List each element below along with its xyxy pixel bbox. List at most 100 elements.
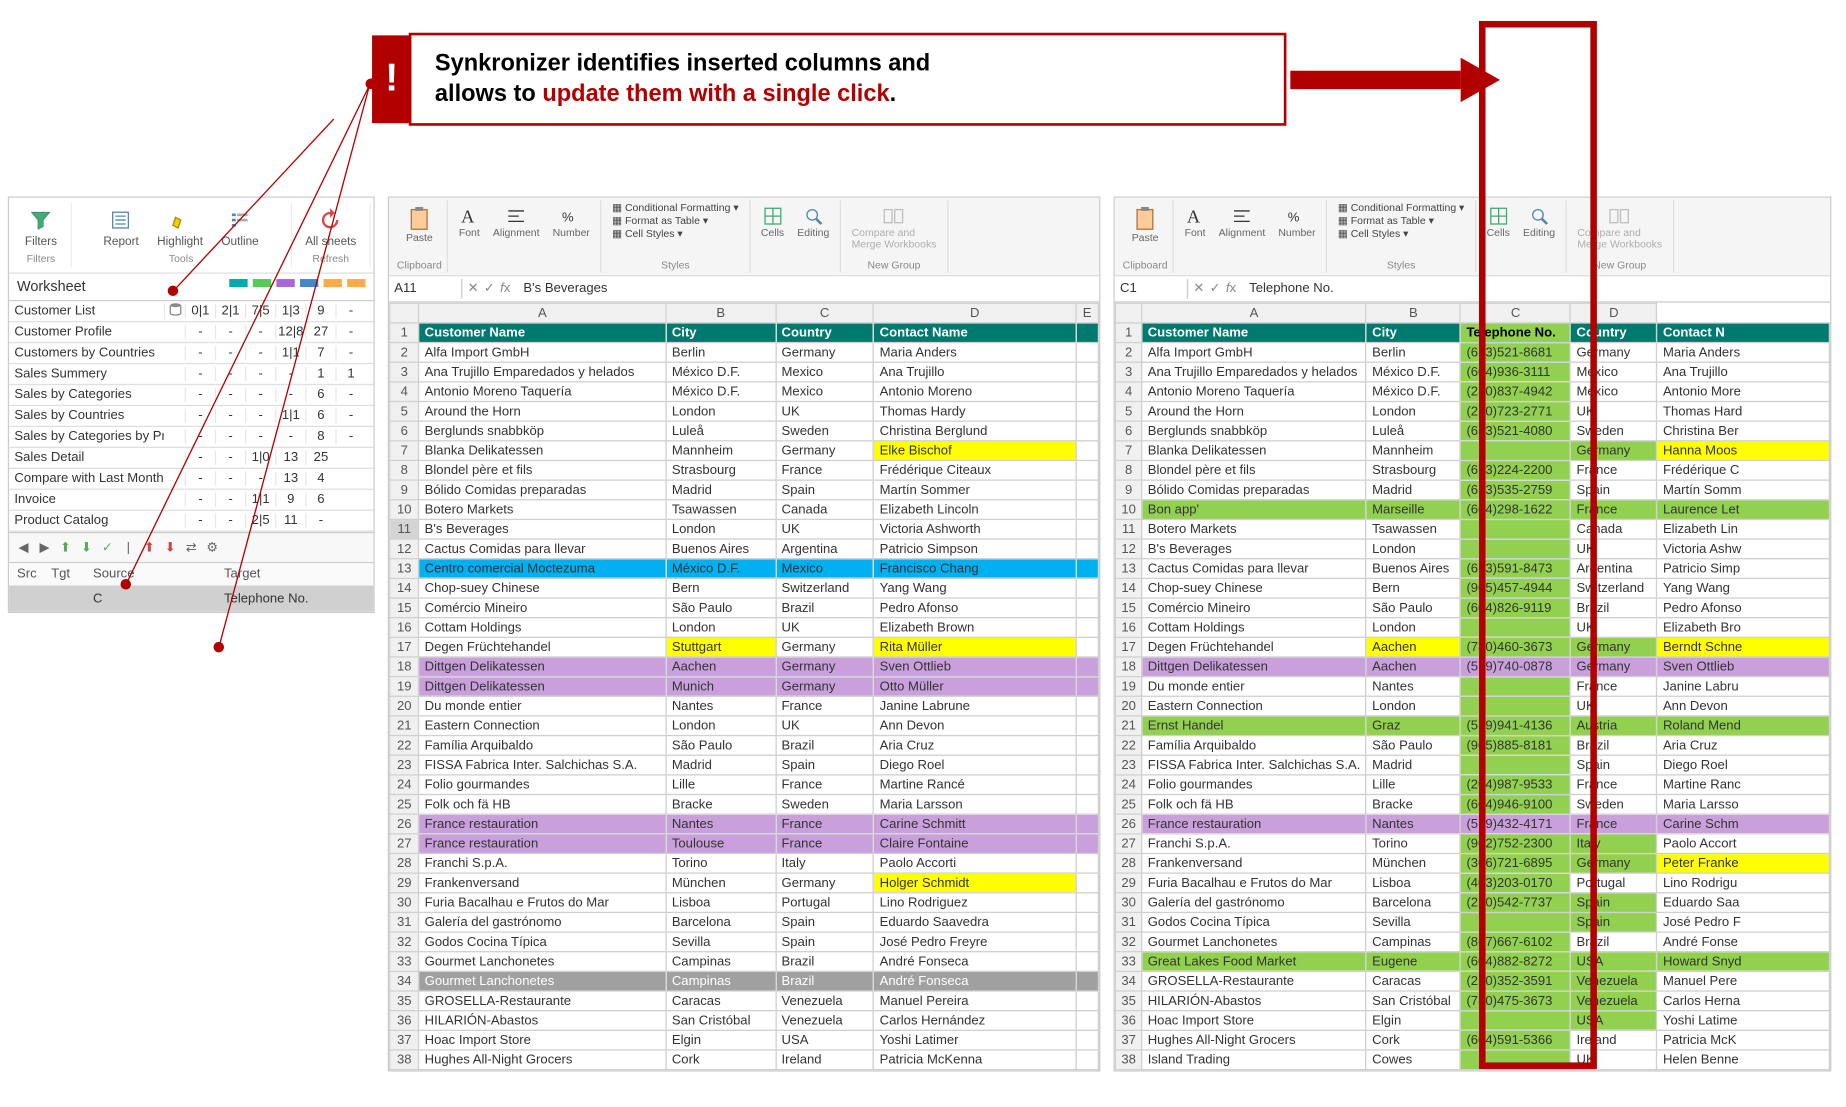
filter-purple-icon[interactable] [276,279,294,295]
cell-styles-button[interactable]: ▦ Cell Styles ▾ [612,228,738,240]
nav-next-diff-icon[interactable]: ⬇ [77,538,95,556]
paste-button[interactable]: Paste [1126,203,1163,246]
callout-dot-4 [214,642,224,652]
namebox-left[interactable]: A11 [389,279,462,299]
fx-icon[interactable]: fx [1226,282,1236,296]
worksheet-grid: Customer List0|12|17|51|39-Customer Prof… [9,301,373,532]
fmt-table-button[interactable]: ▦ Format as Table ▾ [612,215,738,227]
sheet-right[interactable]: ABCD1Customer NameCityTelephone No.Count… [1115,303,1830,1071]
compare-button[interactable]: Compare andMerge Workbooks [846,203,941,253]
detail-src-header: Src [9,567,51,581]
callout-highlight: update them with a single click [542,80,889,106]
worksheet-filter-icons [229,279,365,295]
cond-fmt-button[interactable]: ▦ Conditional Formatting ▾ [1338,202,1464,214]
worksheet-row[interactable]: Sales by Countries---1|16- [9,406,373,427]
ribbon-left: Paste Clipboard AFont Alignment %Number … [389,198,1099,277]
callout-line2c: . [890,80,897,106]
worksheet-row[interactable]: Sales by Categories----6- [9,385,373,406]
nav-sep-icon: | [119,538,137,556]
formula-content-left[interactable]: B's Beverages [516,282,608,296]
alignment-button[interactable]: Alignment [1213,203,1270,241]
filters-group-label: Filters [27,253,56,265]
callout-box: ! Synkronizer identifies inserted column… [409,33,1287,126]
svg-text:A: A [1187,207,1201,227]
number-button[interactable]: %Number [547,203,595,241]
cells-button[interactable]: Cells [756,203,790,241]
filter-orange2-icon[interactable] [347,279,365,295]
report-label: Report [103,234,138,247]
callout-line2a: allows to [435,80,542,106]
enter-fx-icon[interactable]: ✓ [1210,282,1221,296]
worksheet-header: Worksheet [9,274,373,302]
worksheet-row[interactable]: Product Catalog--2|511- [9,511,373,532]
cancel-fx-icon[interactable]: ✕ [468,282,479,296]
fx-icon[interactable]: fx [500,282,510,296]
paste-button[interactable]: Paste [401,203,438,246]
cancel-fx-icon[interactable]: ✕ [1193,282,1204,296]
filter-icon [29,208,53,232]
fmt-table-button[interactable]: ▦ Format as Table ▾ [1338,215,1464,227]
detail-source-value: C [93,592,224,606]
highlight-icon [168,208,192,232]
detail-target-header: Target [224,567,355,581]
svg-text:%: % [562,209,574,224]
filters-button[interactable]: Filters [17,206,65,251]
callout-text: Synkronizer identifies inserted columns … [435,48,930,109]
worksheet-row[interactable]: Customer List0|12|17|51|39- [9,301,373,322]
worksheet-row[interactable]: Sales Summery----11 [9,364,373,385]
nav-prev-icon[interactable]: ▶ [35,538,53,556]
compare-button[interactable]: Compare andMerge Workbooks [1572,203,1667,253]
report-button[interactable]: Report [96,206,147,251]
detail-row[interactable]: C Telephone No. [9,587,373,612]
nav-reject2-icon[interactable]: ⬇ [161,538,179,556]
formula-bar-right: C1 ✕ ✓ fx Telephone No. [1115,276,1830,302]
nav-accept-icon[interactable]: ✓ [98,538,116,556]
tools-group-label: Tools [169,253,193,265]
formula-bar-left: A11 ✕ ✓ fx B's Beverages [389,276,1099,302]
editing-button[interactable]: Editing [1518,203,1561,241]
worksheet-row[interactable]: Sales by Categories by Prc----8- [9,427,373,448]
worksheet-row[interactable]: Compare with Last Month---134 [9,469,373,490]
svg-text:%: % [1288,209,1300,224]
font-button[interactable]: AFont [454,203,485,241]
nav-swap-icon[interactable]: ⇄ [182,538,200,556]
highlight-label: Highlight [157,234,203,247]
nav-first-icon[interactable]: ◀ [14,538,32,556]
cond-fmt-button[interactable]: ▦ Conditional Formatting ▾ [612,202,738,214]
detail-tgt-header: Tgt [51,567,93,581]
all-sheets-label: All sheets [305,234,356,247]
callout-dot-3 [121,579,131,589]
outline-button[interactable]: Outline [214,206,267,251]
report-icon [109,208,133,232]
sync-toolbar: Filters Filters Report Highlight [9,198,373,274]
formula-content-right[interactable]: Telephone No. [1241,282,1333,296]
nav-prev-diff-icon[interactable]: ⬆ [56,538,74,556]
worksheet-row[interactable]: Invoice--1|196 [9,490,373,511]
sheet-left[interactable]: ABCDE1Customer NameCityCountryContact Na… [389,303,1099,1071]
nav-gear-icon[interactable]: ⚙ [203,538,221,556]
callout-dot-2 [168,286,178,296]
detail-source-header: Source [93,567,224,581]
filter-teal-icon[interactable] [229,279,247,295]
number-button[interactable]: %Number [1273,203,1321,241]
namebox-right[interactable]: C1 [1115,279,1188,299]
editing-button[interactable]: Editing [792,203,835,241]
font-button[interactable]: AFont [1179,203,1210,241]
cells-button[interactable]: Cells [1481,203,1515,241]
detail-target-value: Telephone No. [224,592,355,606]
cell-styles-button[interactable]: ▦ Cell Styles ▾ [1338,228,1464,240]
arrow-icon [1290,63,1500,97]
alignment-button[interactable]: Alignment [488,203,545,241]
synkronizer-panel: Filters Filters Report Highlight [8,196,375,613]
outline-label: Outline [221,234,258,247]
detail-grid: Src Tgt Source Target C Telephone No. [9,563,373,611]
enter-fx-icon[interactable]: ✓ [484,282,495,296]
svg-text:A: A [461,207,475,227]
highlight-button[interactable]: Highlight [149,206,211,251]
filter-orange-icon[interactable] [324,279,342,295]
worksheet-row[interactable]: Customers by Countries---1|17- [9,343,373,364]
callout-line1: Synkronizer identifies inserted columns … [435,50,930,76]
excel-left-pane: Paste Clipboard AFont Alignment %Number … [388,196,1101,1071]
worksheet-header-label: Worksheet [17,279,86,295]
worksheet-row[interactable]: Customer Profile---12|827- [9,322,373,343]
